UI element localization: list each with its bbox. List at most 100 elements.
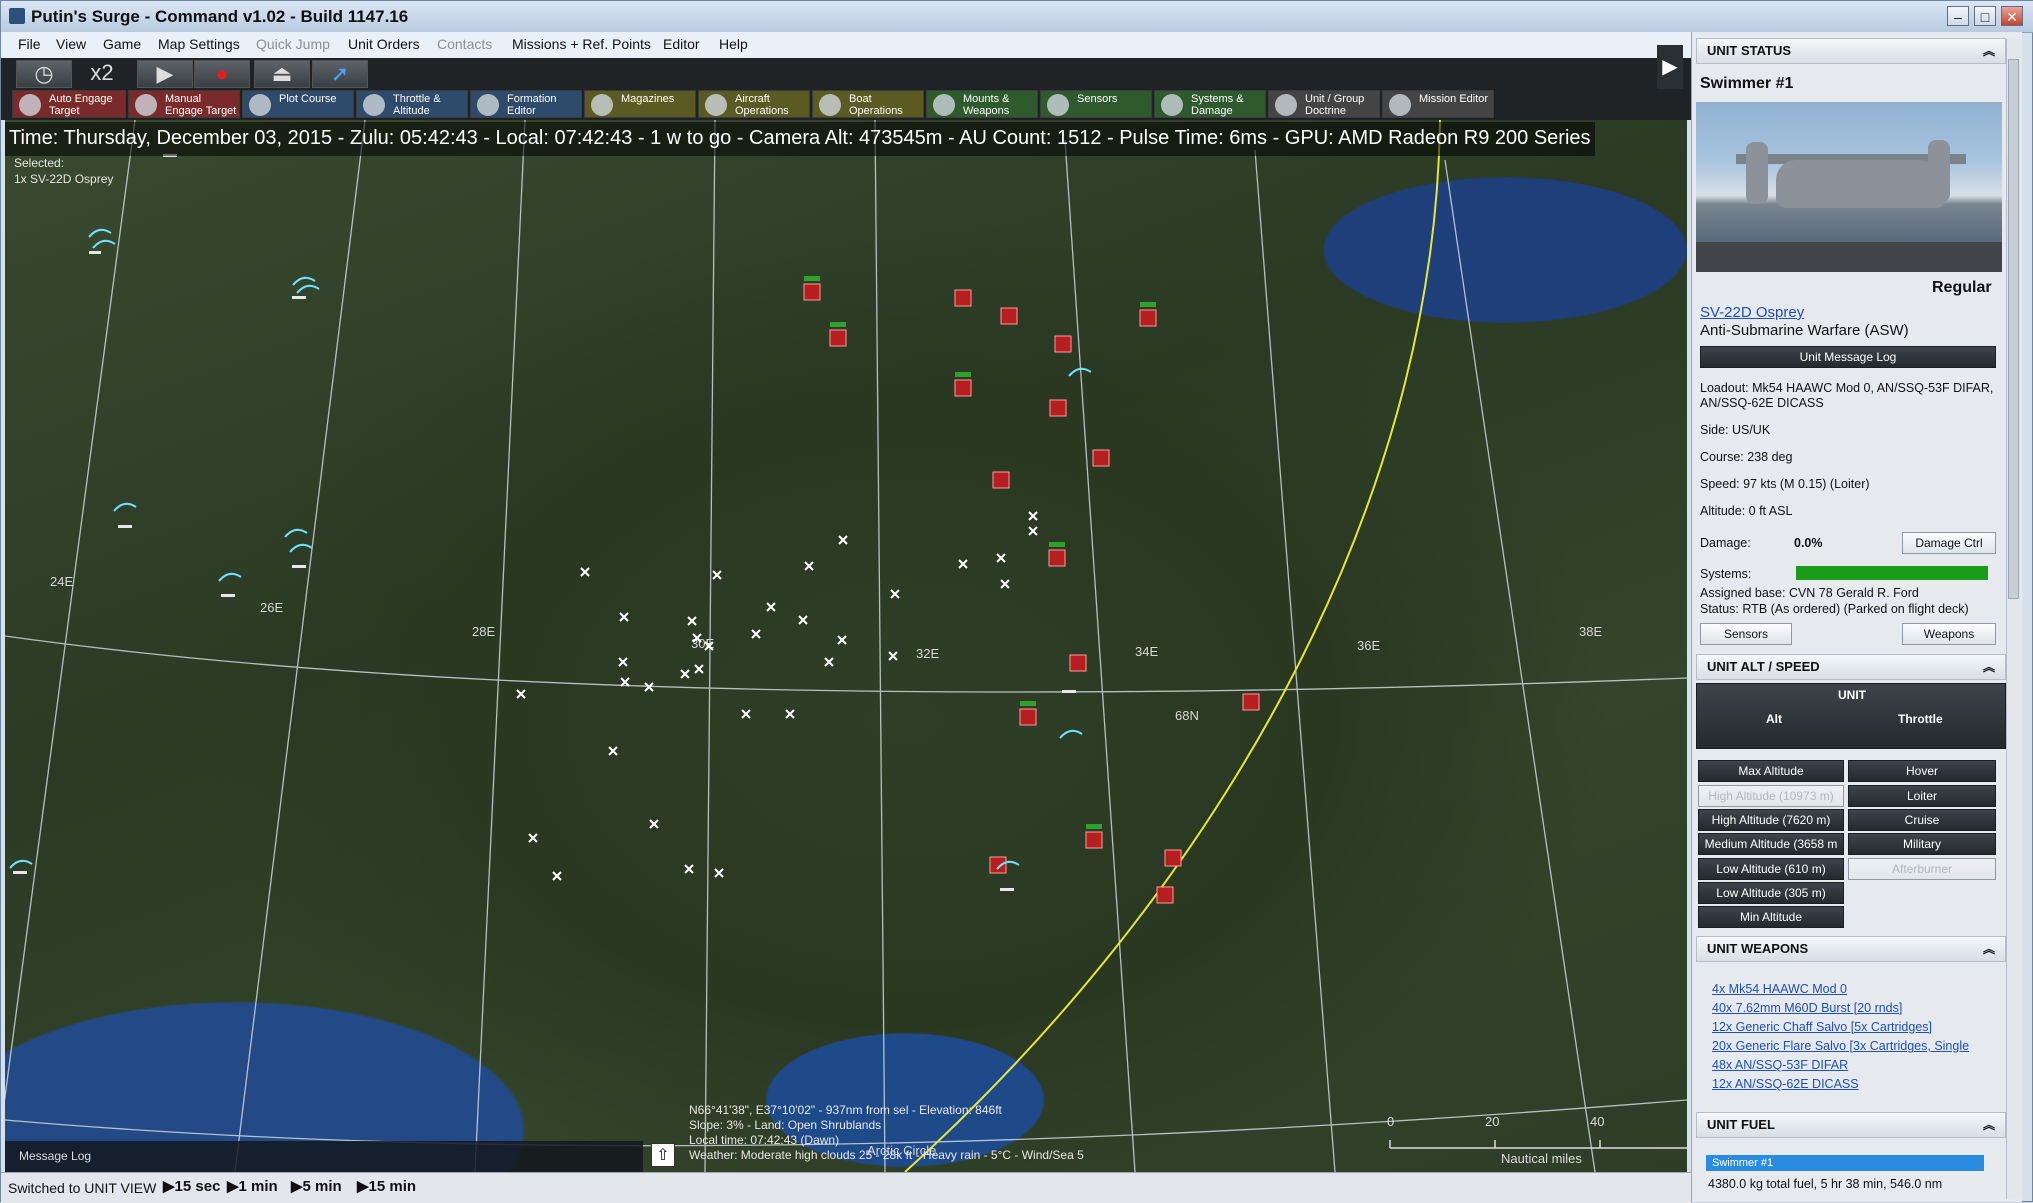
damage-control-button[interactable]: Damage Ctrl [1902, 532, 1996, 554]
maximize-button[interactable]: □ [1974, 6, 1996, 26]
alt-high-10973-button[interactable]: High Altitude (10973 m) [1698, 785, 1844, 807]
jump-arrow-icon[interactable]: ➚ [312, 60, 368, 88]
eject-icon[interactable]: ⏏ [254, 60, 310, 88]
menu-game[interactable]: Game [103, 36, 141, 52]
airbase-marker[interactable] [1069, 654, 1087, 672]
throttle-military-button[interactable]: Military [1848, 833, 1996, 855]
tool-mounts-weapons[interactable]: Mounts & Weapons [926, 90, 1038, 118]
collapse-chevron-icon[interactable]: ︽ [1983, 39, 1995, 63]
airbase-marker[interactable] [1156, 886, 1174, 904]
airbase-marker[interactable] [992, 471, 1010, 489]
airbase-marker[interactable] [1048, 549, 1066, 567]
step-15-sec[interactable]: ▶15 sec [163, 1177, 220, 1195]
close-button[interactable]: ✕ [2001, 6, 2023, 26]
tool-manual-engage[interactable]: Manual Engage Target [128, 90, 240, 118]
minimize-button[interactable]: – [1947, 6, 1969, 26]
menu-view[interactable]: View [56, 36, 86, 52]
airbase-marker[interactable] [989, 856, 1007, 874]
throttle-afterburner-button[interactable]: Afterburner [1848, 858, 1996, 880]
airbase-marker[interactable] [803, 283, 821, 301]
airbase-marker[interactable] [1000, 307, 1018, 325]
status-bar: Switched to UNIT VIEW ▶15 sec ▶1 min ▶5 … [1, 1172, 1691, 1203]
tool-magazines[interactable]: Magazines [584, 90, 696, 118]
play-button[interactable]: ▶ [137, 60, 193, 88]
tool-formation-editor[interactable]: Formation Editor [470, 90, 582, 118]
unit-message-log-button[interactable]: Unit Message Log [1700, 346, 1996, 368]
weapons-button[interactable]: Weapons [1902, 623, 1996, 645]
menu-unit-orders[interactable]: Unit Orders [348, 36, 420, 52]
airbase-marker[interactable] [1242, 693, 1260, 711]
fuel-unit-row[interactable]: Swimmer #1 [1706, 1155, 1984, 1171]
menu-missions[interactable]: Missions + Ref. Points [512, 36, 651, 52]
menu-editor[interactable]: Editor [663, 36, 700, 52]
tool-aircraft-operations[interactable]: Aircraft Operations [698, 90, 810, 118]
unit-fuel-header[interactable]: UNIT FUEL ︽ [1696, 1112, 2006, 1138]
proficiency: Regular [1932, 279, 1992, 296]
formation-icon [477, 94, 499, 116]
airbase-marker[interactable] [829, 329, 847, 347]
alt-medium-button[interactable]: Medium Altitude (3658 m [1698, 833, 1844, 855]
tool-plot-course[interactable]: Plot Course [242, 90, 354, 118]
alt-max-button[interactable]: Max Altitude [1698, 760, 1844, 782]
alt-speed-header[interactable]: UNIT ALT / SPEED ︽ [1696, 654, 2006, 680]
throttle-cruise-button[interactable]: Cruise [1848, 809, 1996, 831]
weapon-item[interactable]: 4x Mk54 HAAWC Mod 0 [1712, 982, 1847, 996]
step-1-min[interactable]: ▶1 min [227, 1177, 278, 1195]
damage-value: 0.0% [1794, 536, 1823, 550]
tool-doctrine[interactable]: Unit / Group Doctrine [1268, 90, 1380, 118]
panel-collapse-icon[interactable]: ▶ [1657, 45, 1683, 89]
step-15-min[interactable]: ▶15 min [357, 1177, 416, 1195]
window-title: Putin's Surge - Command v1.02 - Build 11… [31, 7, 409, 26]
tool-boat-operations[interactable]: Boat Operations [812, 90, 924, 118]
airbase-marker[interactable] [1164, 849, 1182, 867]
clock-icon[interactable]: ◷ [16, 60, 72, 88]
unit-status-header[interactable]: UNIT STATUS ︽ [1696, 38, 2006, 64]
lat-label: 68N [1175, 708, 1199, 723]
weapon-item[interactable]: 20x Generic Flare Salvo [3x Cartridges, … [1712, 1039, 1969, 1053]
tool-auto-engage[interactable]: Auto Engage Target [12, 90, 126, 118]
throttle-loiter-button[interactable]: Loiter [1848, 785, 1996, 807]
expand-log-icon[interactable]: ⇧ [651, 1143, 675, 1167]
tactical-map[interactable]: 24E 26E 28E 30E 32E 34E 36E 38E 68N Arct… [5, 120, 1687, 1172]
throttle-hover-button[interactable]: Hover [1848, 760, 1996, 782]
panel-scrollbar[interactable] [2006, 39, 2021, 1199]
weapon-item[interactable]: 12x Generic Chaff Salvo [5x Cartridges] [1712, 1020, 1932, 1034]
tool-sensors[interactable]: Sensors [1040, 90, 1152, 118]
airbase-marker[interactable] [1054, 335, 1072, 353]
airbase-marker[interactable] [1139, 309, 1157, 327]
menu-map-settings[interactable]: Map Settings [158, 36, 240, 52]
weapon-item[interactable]: 40x 7.62mm M60D Burst [20 rnds] [1712, 1001, 1902, 1015]
list-icon [1389, 94, 1411, 116]
record-button[interactable]: ● [194, 60, 250, 88]
menu-file[interactable]: File [18, 36, 41, 52]
airbase-marker[interactable] [1049, 399, 1067, 417]
unit-weapons-header[interactable]: UNIT WEAPONS ︽ [1696, 936, 2006, 962]
menu-help[interactable]: Help [719, 36, 748, 52]
airbase-marker[interactable] [1085, 831, 1103, 849]
weapon-item[interactable]: 12x AN/SSQ-62E DICASS [1712, 1077, 1859, 1091]
scrollbar-thumb[interactable] [2008, 59, 2019, 599]
menu-contacts[interactable]: Contacts [437, 36, 492, 52]
sensors-button[interactable]: Sensors [1700, 623, 1792, 645]
alt-low-305-button[interactable]: Low Altitude (305 m) [1698, 882, 1844, 904]
menu-quick-jump[interactable]: Quick Jump [256, 36, 330, 52]
collapse-chevron-icon[interactable]: ︽ [1983, 1113, 1995, 1137]
svg-text:Nautical miles: Nautical miles [1501, 1151, 1582, 1166]
airbase-marker[interactable] [1092, 449, 1110, 467]
alt-low-610-button[interactable]: Low Altitude (610 m) [1698, 858, 1844, 880]
unit-type-link[interactable]: SV-22D Osprey [1700, 304, 1804, 321]
collapse-chevron-icon[interactable]: ︽ [1983, 655, 1995, 679]
unit-panel: UNIT STATUS ︽ Swimmer #1 Regular SV-22D O… [1691, 32, 2022, 1202]
step-5-min[interactable]: ▶5 min [291, 1177, 342, 1195]
message-log-strip[interactable]: Message Log [5, 1141, 643, 1173]
collapse-chevron-icon[interactable]: ︽ [1983, 937, 1995, 961]
tool-systems-damage[interactable]: Systems & Damage [1154, 90, 1266, 118]
weapon-item[interactable]: 48x AN/SSQ-53F DIFAR [1712, 1058, 1848, 1072]
airbase-marker[interactable] [954, 289, 972, 307]
tool-mission-editor[interactable]: Mission Editor [1382, 90, 1494, 118]
airbase-marker[interactable] [954, 379, 972, 397]
alt-min-button[interactable]: Min Altitude [1698, 906, 1844, 928]
tool-throttle-altitude[interactable]: Throttle & Altitude [356, 90, 468, 118]
alt-high-7620-button[interactable]: High Altitude (7620 m) [1698, 809, 1844, 831]
airbase-marker[interactable] [1019, 708, 1037, 726]
